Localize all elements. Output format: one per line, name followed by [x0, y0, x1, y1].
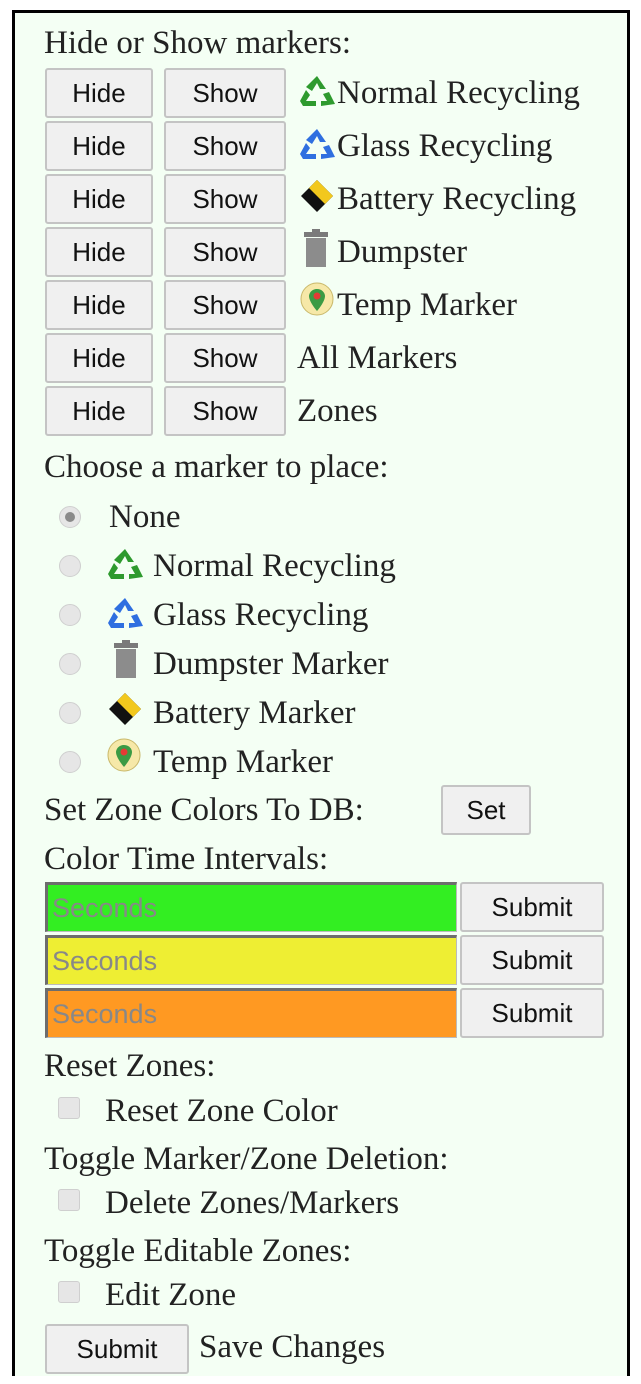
radio-battery-marker[interactable]: [59, 702, 81, 724]
yellow-interval-submit-button[interactable]: Submit: [460, 935, 604, 985]
orange-interval-submit-button[interactable]: Submit: [460, 988, 604, 1038]
battery-icon: [301, 180, 333, 212]
show-battery-recycling-button[interactable]: Show: [164, 174, 286, 224]
recycle-green-icon: [300, 76, 335, 106]
recycle-blue-icon: [300, 129, 335, 159]
edit-zone-checkbox[interactable]: [58, 1281, 80, 1303]
save-changes-label: Save Changes: [199, 1329, 386, 1365]
trash-icon: [304, 229, 328, 267]
hide-all-markers-button[interactable]: Hide: [45, 333, 153, 383]
radio-label-battery-marker: Battery Marker: [153, 695, 356, 731]
radio-normal-recycling[interactable]: [59, 555, 81, 577]
map-pin-icon: [107, 738, 141, 772]
show-normal-recycling-button[interactable]: Show: [164, 68, 286, 118]
show-dumpster-button[interactable]: Show: [164, 227, 286, 277]
radio-dumpster-marker[interactable]: [59, 653, 81, 675]
edit-zone-label: Edit Zone: [105, 1277, 237, 1313]
row-label-all-markers: All Markers: [297, 340, 458, 376]
recycle-green-icon: [108, 549, 143, 579]
radio-label-glass-recycling: Glass Recycling: [153, 597, 369, 633]
show-temp-marker-button[interactable]: Show: [164, 280, 286, 330]
save-changes-submit-button[interactable]: Submit: [45, 1324, 189, 1374]
place-heading: Choose a marker to place:: [44, 449, 389, 485]
row-label-dumpster: Dumpster: [337, 234, 468, 270]
marker-control-panel: Hide or Show markers: Hide Show Normal R…: [12, 10, 630, 1376]
row-label-battery-recycling: Battery Recycling: [337, 181, 577, 217]
reset-zone-color-checkbox[interactable]: [58, 1097, 80, 1119]
row-label-temp-marker: Temp Marker: [337, 287, 518, 323]
row-label-glass-recycling: Glass Recycling: [337, 128, 553, 164]
radio-label-dumpster-marker: Dumpster Marker: [153, 646, 389, 682]
green-interval-input[interactable]: Seconds: [45, 882, 457, 932]
hide-glass-recycling-button[interactable]: Hide: [45, 121, 153, 171]
row-label-normal-recycling: Normal Recycling: [337, 75, 580, 111]
orange-interval-input[interactable]: Seconds: [45, 988, 457, 1038]
map-pin-icon: [300, 282, 334, 316]
zone-colors-label: Set Zone Colors To DB:: [44, 792, 364, 828]
trash-icon: [114, 640, 138, 678]
hide-dumpster-button[interactable]: Hide: [45, 227, 153, 277]
intervals-heading: Color Time Intervals:: [44, 841, 329, 877]
radio-label-none: None: [109, 499, 181, 535]
delete-zones-markers-checkbox[interactable]: [58, 1189, 80, 1211]
hide-normal-recycling-button[interactable]: Hide: [45, 68, 153, 118]
yellow-interval-input[interactable]: Seconds: [45, 935, 457, 985]
row-label-zones: Zones: [297, 393, 378, 429]
hide-temp-marker-button[interactable]: Hide: [45, 280, 153, 330]
show-glass-recycling-button[interactable]: Show: [164, 121, 286, 171]
recycle-blue-icon: [108, 598, 143, 628]
green-interval-submit-button[interactable]: Submit: [460, 882, 604, 932]
radio-label-normal-recycling: Normal Recycling: [153, 548, 396, 584]
editable-heading: Toggle Editable Zones:: [44, 1233, 352, 1269]
reset-heading: Reset Zones:: [44, 1048, 216, 1084]
reset-zone-color-label: Reset Zone Color: [105, 1093, 338, 1129]
hide-show-heading: Hide or Show markers:: [44, 25, 352, 61]
show-all-markers-button[interactable]: Show: [164, 333, 286, 383]
radio-glass-recycling[interactable]: [59, 604, 81, 626]
show-zones-button[interactable]: Show: [164, 386, 286, 436]
deletion-heading: Toggle Marker/Zone Deletion:: [44, 1141, 449, 1177]
radio-temp-marker[interactable]: [59, 751, 81, 773]
battery-icon: [109, 693, 141, 725]
hide-battery-recycling-button[interactable]: Hide: [45, 174, 153, 224]
radio-label-temp-marker: Temp Marker: [153, 744, 334, 780]
set-zone-colors-button[interactable]: Set: [441, 785, 531, 835]
hide-zones-button[interactable]: Hide: [45, 386, 153, 436]
delete-zones-markers-label: Delete Zones/Markers: [105, 1185, 400, 1221]
radio-none[interactable]: [59, 506, 81, 528]
